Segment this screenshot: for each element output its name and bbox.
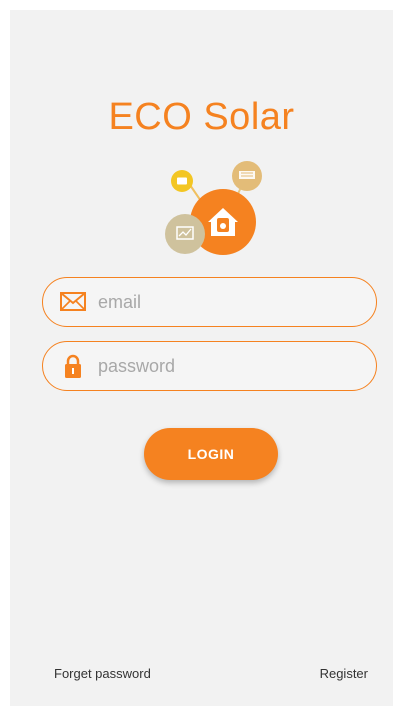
lock-icon [65,354,81,378]
login-screen: ECO Solar email LOGIN Forget password Re… [10,10,393,706]
eco-solar-logo [165,161,262,255]
password-field[interactable] [42,341,377,391]
forget-password-link[interactable]: Forget password [54,666,151,681]
password-input[interactable] [98,342,358,390]
login-button[interactable]: LOGIN [144,428,278,480]
envelope-icon [60,292,86,311]
email-field[interactable] [42,277,377,327]
app-title: ECO Solar [108,96,295,138]
register-link[interactable]: Register [320,666,368,681]
email-input[interactable] [98,278,358,326]
